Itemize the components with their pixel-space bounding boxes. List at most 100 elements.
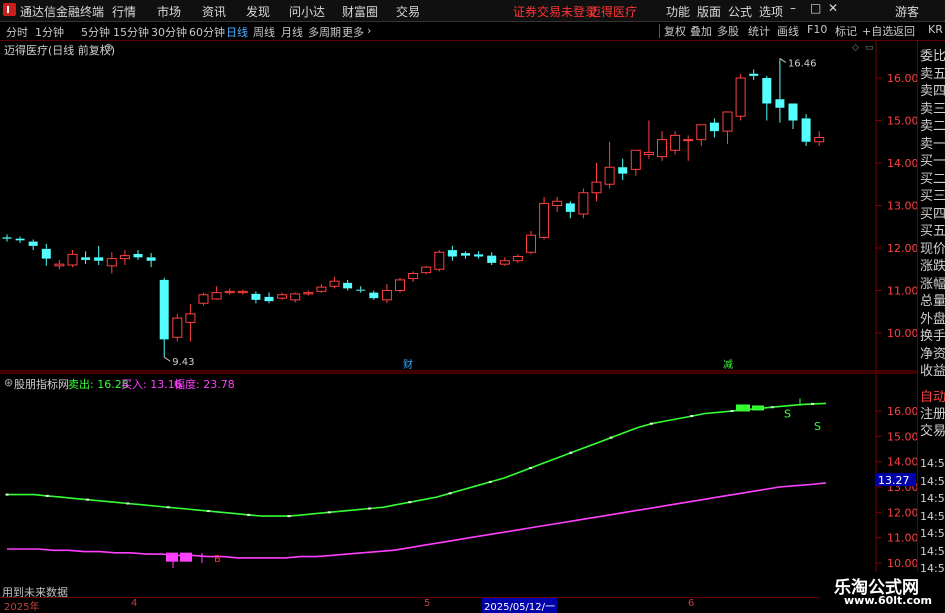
date-label-2025: 2025年 xyxy=(4,602,40,613)
login-status[interactable]: 证券交易未登录 xyxy=(513,3,597,20)
restore-icon[interactable]: □ xyxy=(810,1,821,15)
candle xyxy=(578,188,589,219)
side-item-0[interactable]: 委比 xyxy=(920,45,945,64)
candle xyxy=(643,120,654,159)
menu-function[interactable]: 功能 xyxy=(666,3,690,20)
adjust-button[interactable]: 复权 xyxy=(664,23,686,38)
candle-body xyxy=(264,296,274,302)
side-item-5[interactable]: 卖一 xyxy=(920,133,945,152)
candle-body xyxy=(251,293,261,300)
side-item-2[interactable]: 卖四 xyxy=(920,80,945,99)
candle xyxy=(381,284,392,304)
side-item-10[interactable]: 买五 xyxy=(920,220,945,239)
candle-body xyxy=(512,256,523,262)
menu-market[interactable]: 市场 xyxy=(157,3,181,20)
candle-body xyxy=(722,111,733,132)
chevron-right-icon[interactable]: › xyxy=(367,24,371,37)
diamond-icon[interactable]: ◇ xyxy=(852,43,859,53)
menu-discover[interactable]: 发现 xyxy=(246,3,270,20)
high-note: 16.46 xyxy=(788,58,817,69)
candle-body xyxy=(643,151,654,155)
candle xyxy=(696,124,707,146)
candle-body xyxy=(81,257,91,260)
side-item-14[interactable]: 总量 xyxy=(920,290,945,309)
candle-body xyxy=(185,313,196,323)
candle-body xyxy=(578,192,589,215)
menu-layout[interactable]: 版面 xyxy=(697,3,721,20)
kline-chart[interactable]: 16.00 15.00 14.00 13.00 12.00 11.00 10.00 16.46… xyxy=(0,41,917,597)
low-note-line xyxy=(163,356,171,362)
menu-options[interactable]: 选项 xyxy=(759,3,783,20)
side-item-17[interactable]: 净资 xyxy=(920,343,945,362)
price-label: 13.00 xyxy=(887,200,917,213)
menu-xiaoda[interactable]: 问小达 xyxy=(289,3,325,20)
candle xyxy=(801,114,811,146)
buy-value: 买入: 13.16 xyxy=(121,378,182,391)
menu-trade[interactable]: 交易 xyxy=(396,3,420,20)
side-item-8[interactable]: 买三 xyxy=(920,185,945,204)
candle-body xyxy=(657,139,667,158)
ind-price-label: 10.00 xyxy=(887,557,917,570)
side-item-11[interactable]: 现价 xyxy=(920,238,945,257)
buy-signal-block xyxy=(180,552,192,562)
period-5min[interactable]: 5分钟 xyxy=(81,24,110,40)
draw-line-button[interactable]: 画线 xyxy=(777,23,799,38)
f10-button[interactable]: F10 xyxy=(807,23,827,38)
side-item-9[interactable]: 买四 xyxy=(920,203,945,222)
candle xyxy=(67,250,78,268)
side-item-13[interactable]: 涨幅 xyxy=(920,273,945,292)
menu-wealth-circle[interactable]: 财富圈 xyxy=(342,3,378,20)
sell-line-dot xyxy=(811,402,815,405)
side-item-6[interactable]: 买一 xyxy=(920,150,945,169)
minimize-icon[interactable]: – xyxy=(790,1,796,15)
candle-body xyxy=(211,292,222,300)
period-more[interactable]: 更多 xyxy=(342,24,364,40)
period-1min[interactable]: 1分钟 xyxy=(35,24,64,40)
side-item-7[interactable]: 买二 xyxy=(920,168,945,187)
chart-title: 迈得医疗(日线 前复权) xyxy=(4,44,116,57)
period-60min[interactable]: 60分钟 xyxy=(189,24,225,40)
side-item-12[interactable]: 涨跌 xyxy=(920,255,945,274)
period-daily[interactable]: 日线 xyxy=(226,24,248,40)
candle-body xyxy=(801,118,811,142)
menu-news[interactable]: 资讯 xyxy=(202,3,226,20)
candle-body xyxy=(159,279,169,340)
sell-line-dot xyxy=(730,410,734,412)
settings-icon[interactable]: ⊛ xyxy=(104,41,113,54)
sell-line-dot xyxy=(609,436,613,439)
side-time-5: 14:56 xyxy=(920,544,945,558)
side-item-1[interactable]: 卖五 xyxy=(920,63,945,82)
candle xyxy=(775,58,785,123)
overlay-button[interactable]: 叠加 xyxy=(690,23,712,38)
menu-market-quotes[interactable]: 行情 xyxy=(112,3,136,20)
mark-button[interactable]: 标记 xyxy=(835,23,857,38)
period-monthly[interactable]: 月线 xyxy=(281,24,303,40)
add-watchlist-button[interactable]: +自选 xyxy=(862,23,893,38)
indicator-settings-icon[interactable]: ⊛ xyxy=(4,376,13,389)
kr-label: KR xyxy=(928,23,943,36)
side-item-15[interactable]: 外盘 xyxy=(920,308,945,327)
period-weekly[interactable]: 周线 xyxy=(253,24,275,40)
candle-body xyxy=(565,203,575,212)
side-item-16[interactable]: 换手 xyxy=(920,325,945,344)
side-time-1: 14:56 xyxy=(920,474,945,488)
window-toggle-icon[interactable]: ▭ xyxy=(865,43,874,53)
candle-body xyxy=(146,257,156,261)
side-item-4[interactable]: 卖二 xyxy=(920,115,945,134)
side-item-18[interactable]: 收益 xyxy=(920,360,945,379)
multi-stock-button[interactable]: 多股 xyxy=(717,23,739,38)
side-extra-2[interactable]: 交易 xyxy=(920,420,945,439)
side-item-3[interactable]: 卖三 xyxy=(920,98,945,117)
period-multi[interactable]: 多周期 xyxy=(308,24,341,40)
period-30min[interactable]: 30分钟 xyxy=(151,24,187,40)
period-15min[interactable]: 15分钟 xyxy=(113,24,149,40)
guest-user[interactable]: 游客 xyxy=(895,3,919,20)
candle-body xyxy=(709,122,719,132)
close-icon[interactable]: ✕ xyxy=(828,1,838,15)
candle xyxy=(290,292,301,303)
sell-line-dot xyxy=(247,513,251,516)
back-button[interactable]: 返回 xyxy=(893,23,915,38)
period-intraday[interactable]: 分时 xyxy=(6,24,28,40)
menu-formula[interactable]: 公式 xyxy=(728,3,752,20)
statistics-button[interactable]: 统计 xyxy=(748,23,770,38)
